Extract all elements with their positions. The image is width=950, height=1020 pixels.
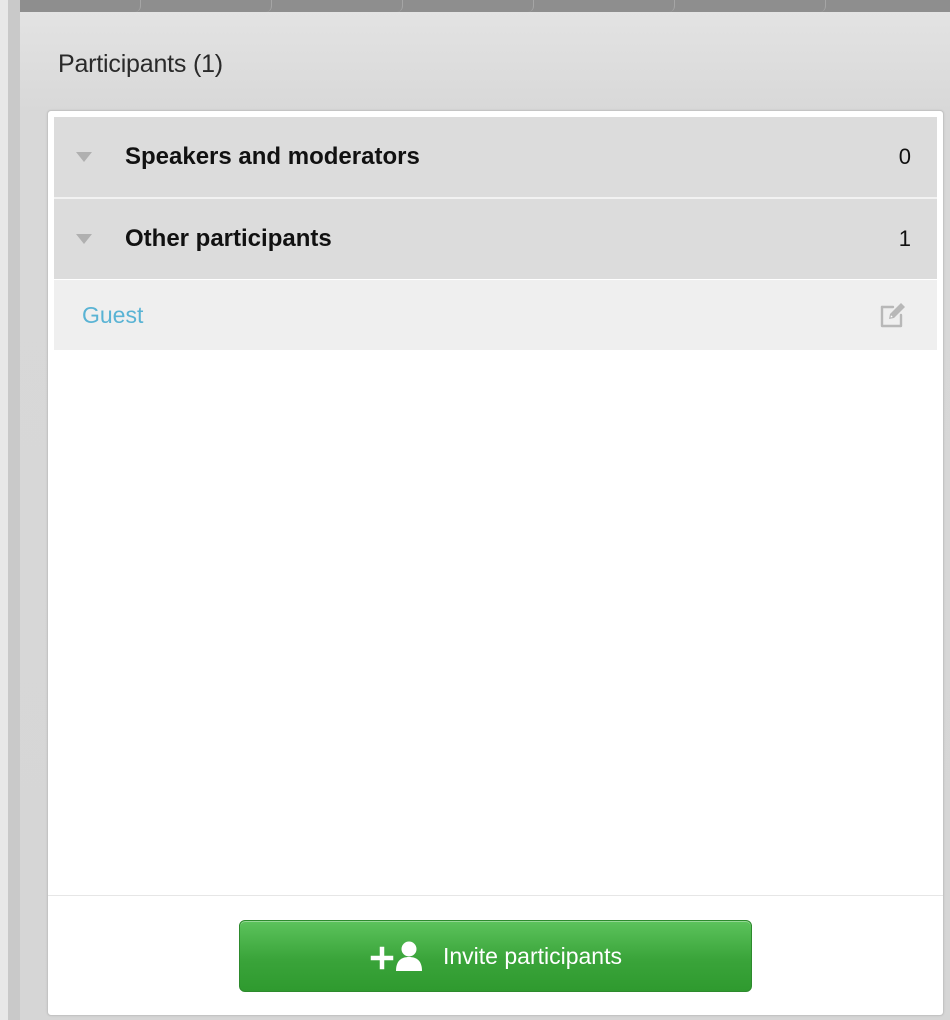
participant-name[interactable]: Guest [82,302,875,329]
tab-segment[interactable] [141,0,272,12]
edit-icon[interactable] [875,297,911,333]
collapse-triangle-icon[interactable] [76,152,92,162]
collapse-triangle-icon[interactable] [76,234,92,244]
tab-segment[interactable] [272,0,403,12]
footer-divider [48,895,943,896]
edit-icon-graphic [880,303,905,328]
invite-participants-button[interactable]: Invite participants [239,920,752,992]
window-edge [0,0,8,1020]
group-header-other-participants[interactable]: Other participants 1 [54,199,937,279]
group-label: Speakers and moderators [125,143,420,170]
group-count: 1 [898,226,911,251]
top-tab-strip [20,0,950,12]
tab-segment[interactable] [20,0,141,12]
participant-row[interactable]: Guest [54,279,937,350]
invite-participants-label: Invite participants [443,942,622,969]
add-user-icon [369,939,425,973]
participants-list-card: Speakers and moderators 0 Other particip… [47,110,944,1016]
tab-segment[interactable] [675,0,826,12]
group-count: 0 [898,144,911,169]
tab-segment[interactable] [534,0,675,12]
tab-segment[interactable] [403,0,534,12]
group-header-speakers[interactable]: Speakers and moderators 0 [54,117,937,199]
panel-title: Participants (1) [58,50,223,78]
group-label: Other participants [125,225,332,252]
